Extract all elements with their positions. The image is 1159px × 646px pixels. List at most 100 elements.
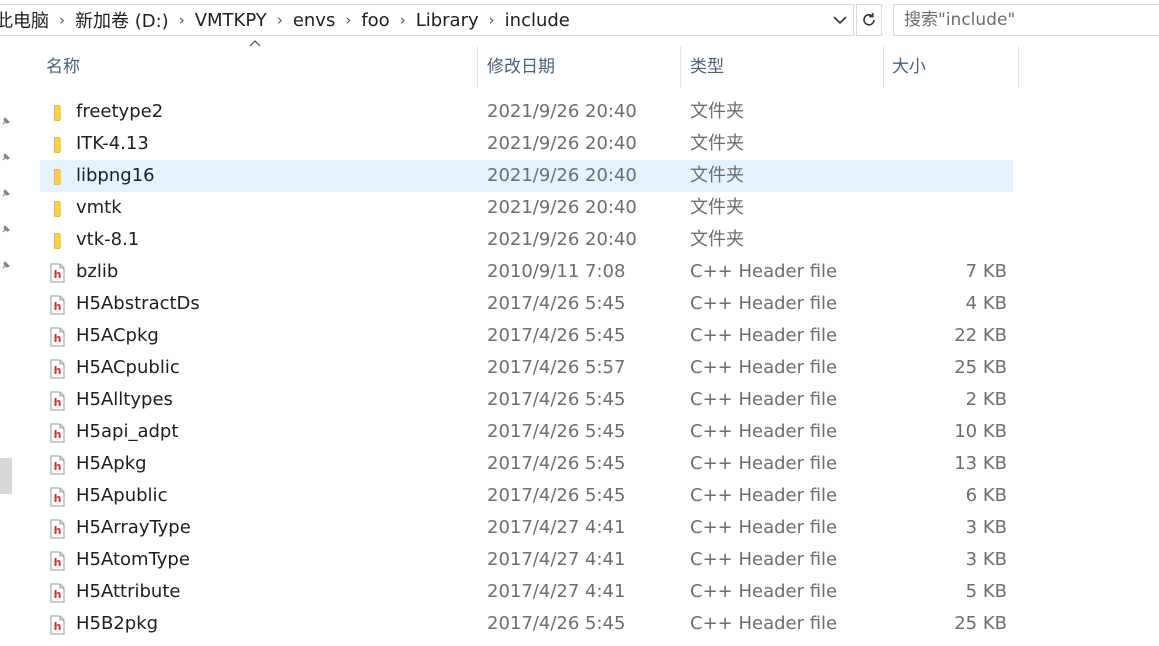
file-row[interactable]: freetype2 2021/9/26 20:40 文件夹 <box>40 96 1013 128</box>
file-row[interactable]: vmtk 2021/9/26 20:40 文件夹 <box>40 192 1013 224</box>
file-row[interactable]: h H5AtomType 2017/4/27 4:41 C++ Header file… <box>40 544 1013 576</box>
file-modified-date: 2021/9/26 20:40 <box>487 165 637 186</box>
file-modified-date: 2017/4/27 4:41 <box>487 549 626 570</box>
file-type: 文件夹 <box>690 101 744 122</box>
column-header-type[interactable]: 类型 <box>684 46 883 88</box>
file-row[interactable]: h H5ACpkg 2017/4/26 5:45 C++ Header file 22 … <box>40 320 1013 352</box>
file-size: 22 KB <box>954 325 1007 346</box>
folder-icon <box>48 134 66 154</box>
pin-icon <box>2 153 10 161</box>
nav-scrollbar-thumb[interactable] <box>0 458 12 494</box>
svg-text:h: h <box>54 620 62 633</box>
file-modified-date: 2017/4/26 5:45 <box>487 485 626 506</box>
file-type: C++ Header file <box>690 517 838 538</box>
file-row[interactable]: vtk-8.1 2021/9/26 20:40 文件夹 <box>40 224 1013 256</box>
file-modified-date: 2017/4/26 5:57 <box>487 357 626 378</box>
column-header-size[interactable]: 大小 <box>886 46 1016 88</box>
search-input[interactable] <box>894 4 1159 36</box>
svg-text:h: h <box>54 492 62 505</box>
file-name: bzlib <box>76 261 119 282</box>
file-modified-date: 2017/4/27 4:41 <box>487 581 626 602</box>
file-modified-date: 2017/4/26 5:45 <box>487 421 626 442</box>
breadcrumb-separator[interactable]: › <box>271 11 289 29</box>
file-row[interactable]: h H5ACpublic 2017/4/26 5:57 C++ Header file… <box>40 352 1013 384</box>
file-row[interactable]: h H5Apublic 2017/4/26 5:45 C++ Header file 6… <box>40 480 1013 512</box>
folder-icon <box>48 230 66 250</box>
breadcrumb-item[interactable]: 新加卷 (D:) <box>71 7 173 33</box>
file-row[interactable]: libpng16 2021/9/26 20:40 文件夹 <box>40 160 1013 192</box>
folder-icon <box>48 198 66 218</box>
breadcrumb-item[interactable]: VMTKPY <box>191 10 271 31</box>
file-name: vmtk <box>76 197 122 218</box>
file-type: 文件夹 <box>690 197 744 218</box>
file-type: C++ Header file <box>690 485 838 506</box>
file-row[interactable]: h H5Alltypes 2017/4/26 5:45 C++ Header file… <box>40 384 1013 416</box>
file-size: 7 KB <box>965 261 1007 282</box>
address-bar: 此电脑 › 新加卷 (D:) › VMTKPY › envs › foo › Library › inc… <box>0 0 1159 40</box>
column-header-row: 名称 修改日期 类型 大小 <box>40 40 1020 88</box>
breadcrumb-separator[interactable]: › <box>394 11 412 29</box>
pin-icon <box>2 189 10 197</box>
pin-icon <box>2 261 10 269</box>
breadcrumb-item[interactable]: 此电脑 <box>0 7 53 33</box>
file-row[interactable]: h bzlib 2010/9/11 7:08 C++ Header file 7 KB <box>40 256 1013 288</box>
column-divider[interactable] <box>883 46 884 88</box>
refresh-icon <box>863 12 875 26</box>
breadcrumb-item[interactable]: Library <box>412 10 483 31</box>
file-modified-date: 2017/4/26 5:45 <box>487 325 626 346</box>
file-name: H5ACpkg <box>76 325 159 346</box>
header-file-icon: h <box>48 358 66 379</box>
refresh-button[interactable] <box>856 4 882 36</box>
file-name: H5api_adpt <box>76 421 179 442</box>
breadcrumb-separator[interactable]: › <box>483 11 501 29</box>
file-type: C++ Header file <box>690 389 838 410</box>
breadcrumb-item[interactable]: include <box>501 10 574 31</box>
header-file-icon: h <box>48 614 66 635</box>
file-row[interactable]: h H5ArrayType 2017/4/27 4:41 C++ Header fil… <box>40 512 1013 544</box>
file-type: 文件夹 <box>690 165 744 186</box>
breadcrumb-item[interactable]: envs <box>289 10 340 31</box>
file-row[interactable]: h H5api_adpt 2017/4/26 5:45 C++ Header file… <box>40 416 1013 448</box>
header-file-icon: h <box>48 262 66 283</box>
file-modified-date: 2017/4/26 5:45 <box>487 613 626 634</box>
file-type: C++ Header file <box>690 421 838 442</box>
breadcrumb-separator[interactable]: › <box>173 11 191 29</box>
file-type: C++ Header file <box>690 581 838 602</box>
svg-text:h: h <box>54 396 62 409</box>
file-name: libpng16 <box>76 165 155 186</box>
column-divider[interactable] <box>1018 46 1019 88</box>
file-name: H5B2pkg <box>76 613 159 634</box>
file-name: H5AtomType <box>76 549 190 570</box>
column-header-name[interactable]: 名称 <box>40 46 477 88</box>
breadcrumb-separator[interactable]: › <box>53 11 71 29</box>
file-modified-date: 2017/4/26 5:45 <box>487 293 626 314</box>
breadcrumb-separator[interactable]: › <box>339 11 357 29</box>
column-header-date[interactable]: 修改日期 <box>481 46 680 88</box>
file-row[interactable]: ITK-4.13 2021/9/26 20:40 文件夹 <box>40 128 1013 160</box>
breadcrumb[interactable]: 此电脑 › 新加卷 (D:) › VMTKPY › envs › foo › Library › inc… <box>0 4 854 36</box>
file-modified-date: 2021/9/26 20:40 <box>487 133 637 154</box>
search-box[interactable] <box>893 4 1159 36</box>
file-modified-date: 2010/9/11 7:08 <box>487 261 626 282</box>
file-size: 2 KB <box>965 389 1007 410</box>
header-file-icon: h <box>48 454 66 475</box>
header-file-icon: h <box>48 486 66 507</box>
breadcrumb-item[interactable]: foo <box>357 10 393 31</box>
svg-text:h: h <box>54 524 62 537</box>
file-size: 25 KB <box>954 357 1007 378</box>
svg-text:h: h <box>54 556 62 569</box>
column-divider[interactable] <box>477 46 478 88</box>
svg-text:h: h <box>54 332 62 345</box>
file-row[interactable]: h H5Attribute 2017/4/27 4:41 C++ Header fil… <box>40 576 1013 608</box>
navigation-pane <box>0 40 15 640</box>
file-row[interactable]: h H5Apkg 2017/4/26 5:45 C++ Header file 13 K… <box>40 448 1013 480</box>
file-name: H5AbstractDs <box>76 293 200 314</box>
file-name: H5Apkg <box>76 453 147 474</box>
file-row[interactable]: h H5B2pkg 2017/4/26 5:45 C++ Header file 25 … <box>40 608 1013 640</box>
column-divider[interactable] <box>680 46 681 88</box>
pin-icon <box>2 225 10 233</box>
chevron-down-icon[interactable] <box>830 10 850 30</box>
svg-text:h: h <box>54 588 62 601</box>
folder-icon <box>48 166 66 186</box>
file-row[interactable]: h H5AbstractDs 2017/4/26 5:45 C++ Header fi… <box>40 288 1013 320</box>
